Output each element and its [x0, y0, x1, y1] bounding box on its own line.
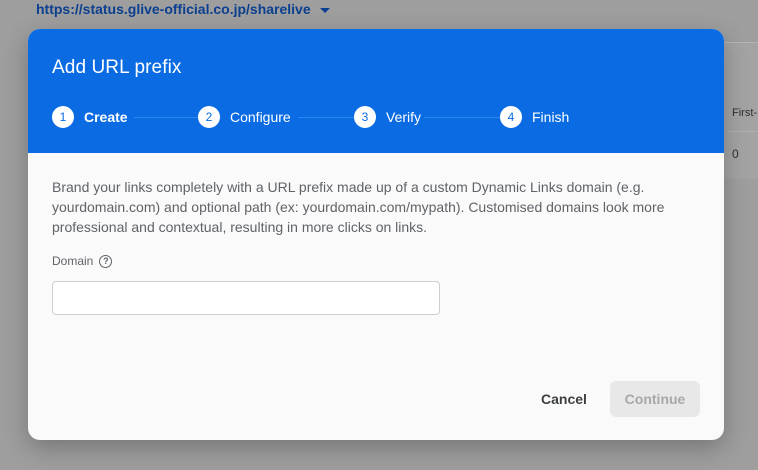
step-number: 4: [500, 106, 522, 128]
url-selector-text: https://status.glive-official.co.jp/shar…: [36, 1, 311, 17]
table-divider: [728, 131, 758, 132]
step-connector: [424, 117, 500, 118]
help-circle-icon[interactable]: ?: [99, 254, 113, 268]
step-finish: 4 Finish: [500, 106, 569, 128]
step-label: Verify: [386, 109, 422, 125]
step-label: Finish: [532, 109, 570, 125]
continue-button[interactable]: Continue: [610, 381, 700, 417]
step-number: 3: [354, 106, 376, 128]
table-cell-value: 0: [732, 147, 739, 161]
step-number: 1: [52, 106, 74, 128]
add-url-prefix-dialog: Add URL prefix 1 Create 2 Configure 3 Ve…: [28, 29, 724, 440]
step-number: 2: [198, 106, 220, 128]
step-label: Create: [84, 109, 128, 125]
table-column-header: First-: [732, 107, 758, 119]
domain-field-label: Domain ?: [52, 254, 113, 268]
cancel-button[interactable]: Cancel: [528, 382, 600, 416]
step-verify: 3 Verify: [354, 106, 421, 128]
dialog-title: Add URL prefix: [52, 57, 182, 78]
step-label: Configure: [230, 109, 291, 125]
step-connector: [134, 117, 198, 118]
step-connector: [298, 117, 354, 118]
domain-input[interactable]: [52, 281, 440, 315]
dropdown-caret-icon: [319, 7, 330, 13]
step-create: 1 Create: [52, 106, 128, 128]
step-configure: 2 Configure: [198, 106, 291, 128]
dialog-header: Add URL prefix 1 Create 2 Configure 3 Ve…: [28, 29, 724, 153]
dialog-description: Brand your links completely with a URL p…: [52, 179, 665, 235]
domain-label-text: Domain: [52, 254, 94, 268]
url-selector[interactable]: https://status.glive-official.co.jp/shar…: [36, 0, 330, 18]
